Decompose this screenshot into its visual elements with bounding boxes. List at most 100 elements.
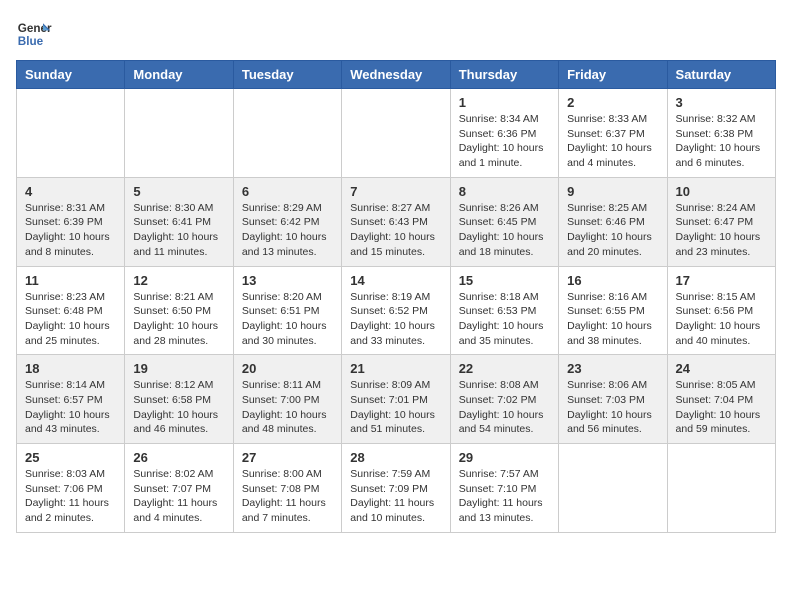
day-number: 1 (459, 95, 550, 110)
day-number: 16 (567, 273, 658, 288)
calendar-header-wednesday: Wednesday (342, 61, 450, 89)
calendar-cell: 14 Sunrise: 8:19 AM Sunset: 6:52 PM Dayli… (342, 266, 450, 355)
day-number: 9 (567, 184, 658, 199)
calendar-header-saturday: Saturday (667, 61, 775, 89)
header: General Blue (16, 16, 776, 52)
calendar-cell (559, 444, 667, 533)
day-number: 27 (242, 450, 333, 465)
day-number: 21 (350, 361, 441, 376)
day-info: Sunrise: 8:26 AM Sunset: 6:45 PM Dayligh… (459, 201, 550, 260)
day-info: Sunrise: 8:00 AM Sunset: 7:08 PM Dayligh… (242, 467, 333, 526)
day-info: Sunrise: 8:03 AM Sunset: 7:06 PM Dayligh… (25, 467, 116, 526)
day-number: 19 (133, 361, 224, 376)
calendar-cell: 4 Sunrise: 8:31 AM Sunset: 6:39 PM Daylig… (17, 177, 125, 266)
calendar-cell: 9 Sunrise: 8:25 AM Sunset: 6:46 PM Daylig… (559, 177, 667, 266)
calendar-cell: 20Sunrise: 8:11 AM Sunset: 7:00 PM Dayli… (233, 355, 341, 444)
day-info: Sunrise: 8:27 AM Sunset: 6:43 PM Dayligh… (350, 201, 441, 260)
calendar-cell: 25 Sunrise: 8:03 AM Sunset: 7:06 PM Dayli… (17, 444, 125, 533)
calendar-cell: 6 Sunrise: 8:29 AM Sunset: 6:42 PM Daylig… (233, 177, 341, 266)
calendar-cell: 2 Sunrise: 8:33 AM Sunset: 6:37 PM Daylig… (559, 89, 667, 178)
calendar-header-friday: Friday (559, 61, 667, 89)
calendar-cell: 21 Sunrise: 8:09 AM Sunset: 7:01 PM Dayli… (342, 355, 450, 444)
calendar-cell: 29 Sunrise: 7:57 AM Sunset: 7:10 PM Dayli… (450, 444, 558, 533)
day-number: 14 (350, 273, 441, 288)
calendar-cell: 22Sunrise: 8:08 AM Sunset: 7:02 PM Dayli… (450, 355, 558, 444)
day-number: 11 (25, 273, 116, 288)
day-info: Sunrise: 8:09 AM Sunset: 7:01 PM Dayligh… (350, 378, 441, 437)
day-number: 13 (242, 273, 333, 288)
calendar-header-monday: Monday (125, 61, 233, 89)
calendar-cell (342, 89, 450, 178)
calendar: SundayMondayTuesdayWednesdayThursdayFrid… (16, 60, 776, 533)
day-number: 29 (459, 450, 550, 465)
day-info: Sunrise: 7:57 AM Sunset: 7:10 PM Dayligh… (459, 467, 550, 526)
calendar-cell: 26 Sunrise: 8:02 AM Sunset: 7:07 PM Dayli… (125, 444, 233, 533)
day-number: 2 (567, 95, 658, 110)
calendar-cell: 1Sunrise: 8:34 AM Sunset: 6:36 PM Daylig… (450, 89, 558, 178)
day-info: Sunrise: 8:31 AM Sunset: 6:39 PM Dayligh… (25, 201, 116, 260)
day-info: Sunrise: 8:32 AM Sunset: 6:38 PM Dayligh… (676, 112, 767, 171)
day-number: 10 (676, 184, 767, 199)
calendar-cell (667, 444, 775, 533)
day-info: Sunrise: 8:25 AM Sunset: 6:46 PM Dayligh… (567, 201, 658, 260)
calendar-cell: 24Sunrise: 8:05 AM Sunset: 7:04 PM Dayli… (667, 355, 775, 444)
day-info: Sunrise: 8:18 AM Sunset: 6:53 PM Dayligh… (459, 290, 550, 349)
calendar-header-tuesday: Tuesday (233, 61, 341, 89)
calendar-cell: 3Sunrise: 8:32 AM Sunset: 6:38 PM Daylig… (667, 89, 775, 178)
calendar-header-sunday: Sunday (17, 61, 125, 89)
calendar-cell: 7 Sunrise: 8:27 AM Sunset: 6:43 PM Daylig… (342, 177, 450, 266)
calendar-cell: 5 Sunrise: 8:30 AM Sunset: 6:41 PM Daylig… (125, 177, 233, 266)
day-number: 24 (676, 361, 767, 376)
day-number: 18 (25, 361, 116, 376)
calendar-cell: 16 Sunrise: 8:16 AM Sunset: 6:55 PM Dayli… (559, 266, 667, 355)
calendar-cell (17, 89, 125, 178)
day-number: 20 (242, 361, 333, 376)
logo: General Blue (16, 16, 52, 52)
day-number: 4 (25, 184, 116, 199)
day-number: 6 (242, 184, 333, 199)
day-info: Sunrise: 8:24 AM Sunset: 6:47 PM Dayligh… (676, 201, 767, 260)
calendar-cell: 23Sunrise: 8:06 AM Sunset: 7:03 PM Dayli… (559, 355, 667, 444)
calendar-cell (125, 89, 233, 178)
day-info: Sunrise: 8:23 AM Sunset: 6:48 PM Dayligh… (25, 290, 116, 349)
calendar-week-row: 11 Sunrise: 8:23 AM Sunset: 6:48 PM Dayli… (17, 266, 776, 355)
day-number: 22 (459, 361, 550, 376)
calendar-cell: 18 Sunrise: 8:14 AM Sunset: 6:57 PM Dayli… (17, 355, 125, 444)
logo-icon: General Blue (16, 16, 52, 52)
day-number: 5 (133, 184, 224, 199)
day-info: Sunrise: 8:15 AM Sunset: 6:56 PM Dayligh… (676, 290, 767, 349)
day-number: 17 (676, 273, 767, 288)
calendar-week-row: 1Sunrise: 8:34 AM Sunset: 6:36 PM Daylig… (17, 89, 776, 178)
calendar-week-row: 25 Sunrise: 8:03 AM Sunset: 7:06 PM Dayli… (17, 444, 776, 533)
calendar-week-row: 18 Sunrise: 8:14 AM Sunset: 6:57 PM Dayli… (17, 355, 776, 444)
day-info: Sunrise: 8:14 AM Sunset: 6:57 PM Dayligh… (25, 378, 116, 437)
day-info: Sunrise: 8:29 AM Sunset: 6:42 PM Dayligh… (242, 201, 333, 260)
day-info: Sunrise: 8:30 AM Sunset: 6:41 PM Dayligh… (133, 201, 224, 260)
calendar-cell: 27 Sunrise: 8:00 AM Sunset: 7:08 PM Dayli… (233, 444, 341, 533)
calendar-cell: 11 Sunrise: 8:23 AM Sunset: 6:48 PM Dayli… (17, 266, 125, 355)
day-number: 26 (133, 450, 224, 465)
day-info: Sunrise: 7:59 AM Sunset: 7:09 PM Dayligh… (350, 467, 441, 526)
calendar-header-thursday: Thursday (450, 61, 558, 89)
calendar-cell: 13Sunrise: 8:20 AM Sunset: 6:51 PM Dayli… (233, 266, 341, 355)
calendar-cell: 19 Sunrise: 8:12 AM Sunset: 6:58 PM Dayli… (125, 355, 233, 444)
day-info: Sunrise: 8:16 AM Sunset: 6:55 PM Dayligh… (567, 290, 658, 349)
day-number: 25 (25, 450, 116, 465)
day-info: Sunrise: 8:33 AM Sunset: 6:37 PM Dayligh… (567, 112, 658, 171)
calendar-header-row: SundayMondayTuesdayWednesdayThursdayFrid… (17, 61, 776, 89)
day-info: Sunrise: 8:21 AM Sunset: 6:50 PM Dayligh… (133, 290, 224, 349)
calendar-cell (233, 89, 341, 178)
calendar-cell: 28 Sunrise: 7:59 AM Sunset: 7:09 PM Dayli… (342, 444, 450, 533)
svg-text:Blue: Blue (18, 35, 44, 48)
day-info: Sunrise: 8:12 AM Sunset: 6:58 PM Dayligh… (133, 378, 224, 437)
day-number: 28 (350, 450, 441, 465)
day-number: 12 (133, 273, 224, 288)
day-number: 7 (350, 184, 441, 199)
day-info: Sunrise: 8:02 AM Sunset: 7:07 PM Dayligh… (133, 467, 224, 526)
calendar-week-row: 4 Sunrise: 8:31 AM Sunset: 6:39 PM Daylig… (17, 177, 776, 266)
calendar-cell: 12 Sunrise: 8:21 AM Sunset: 6:50 PM Dayli… (125, 266, 233, 355)
calendar-cell: 15 Sunrise: 8:18 AM Sunset: 6:53 PM Dayli… (450, 266, 558, 355)
calendar-cell: 10 Sunrise: 8:24 AM Sunset: 6:47 PM Dayli… (667, 177, 775, 266)
day-number: 15 (459, 273, 550, 288)
day-info: Sunrise: 8:19 AM Sunset: 6:52 PM Dayligh… (350, 290, 441, 349)
